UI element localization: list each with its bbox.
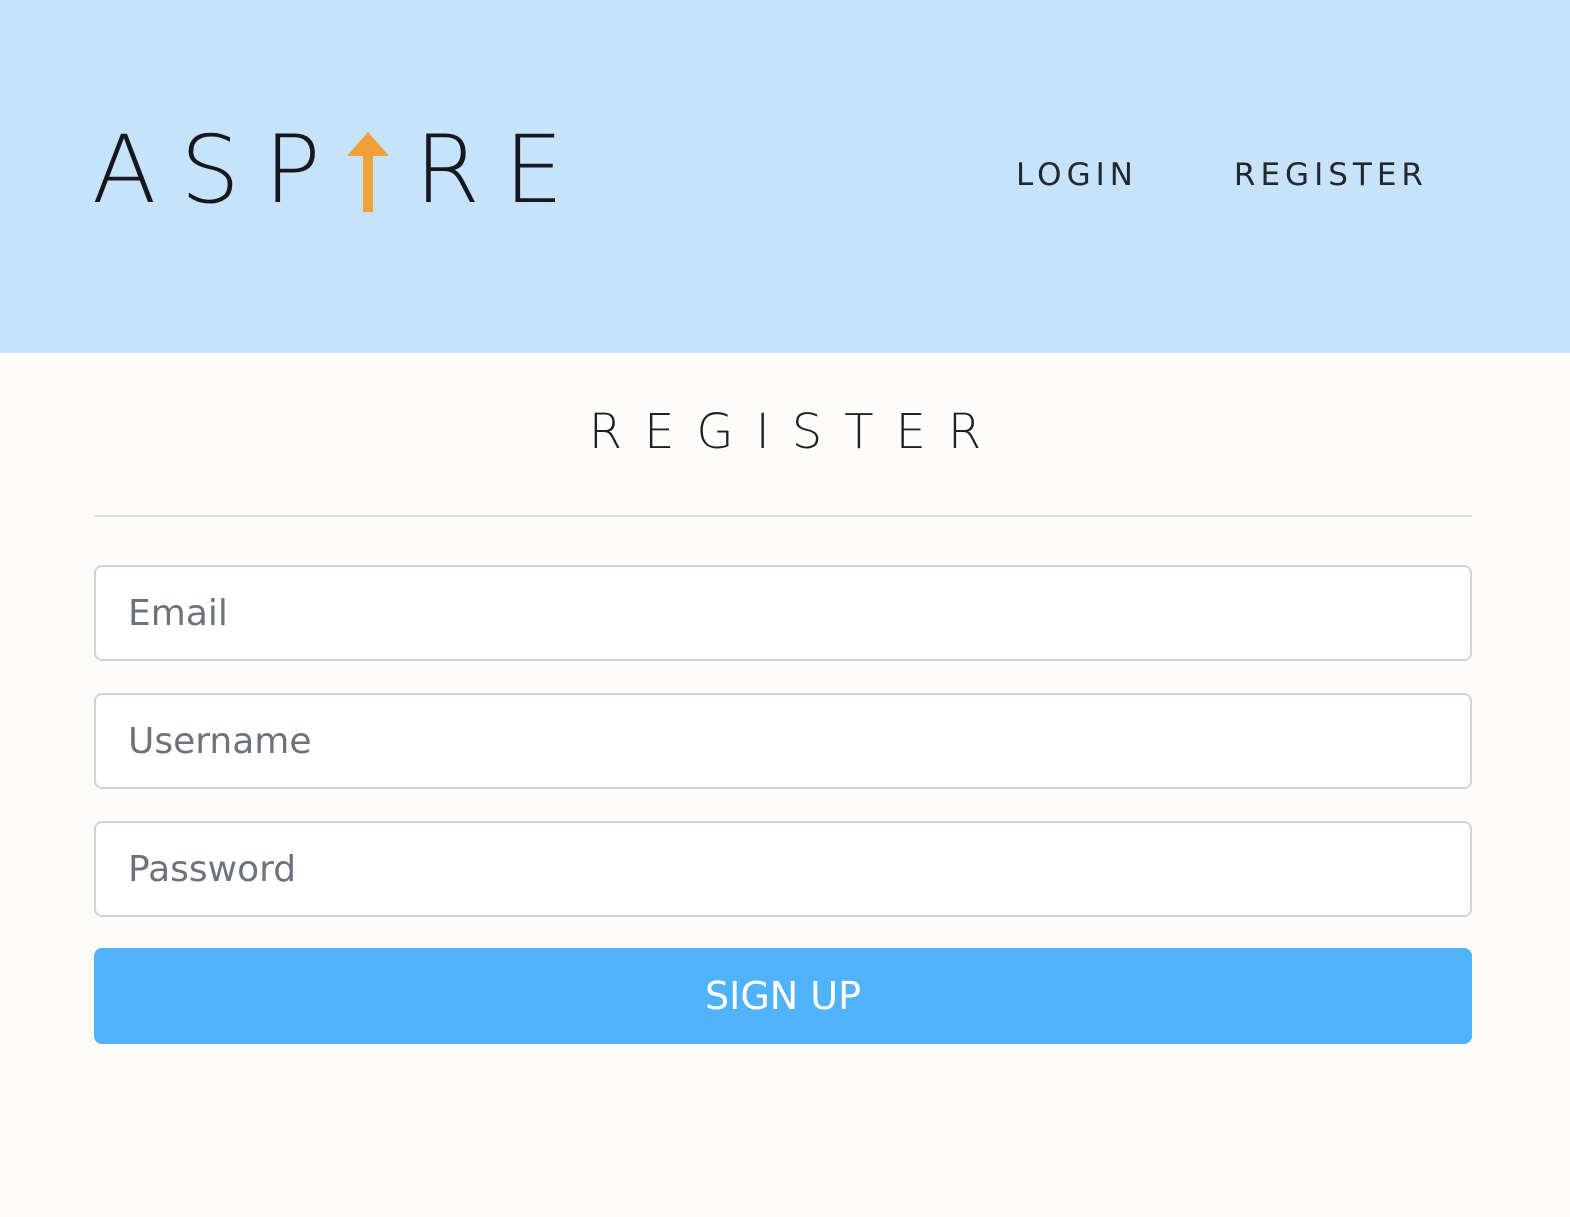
nav-login-link[interactable]: LOGIN <box>1016 155 1138 195</box>
logo-text-end: RE <box>414 116 588 225</box>
logo[interactable]: ASP RE <box>92 116 588 225</box>
up-arrow-icon <box>346 132 389 212</box>
password-input[interactable] <box>94 821 1472 917</box>
logo-text-start: ASP <box>92 116 345 225</box>
divider <box>94 515 1472 517</box>
site-header: ASP RE LOGIN REGISTER <box>0 0 1570 353</box>
email-input[interactable] <box>94 565 1472 661</box>
nav-register-link[interactable]: REGISTER <box>1234 155 1428 195</box>
sign-up-button[interactable]: SIGN UP <box>94 948 1472 1044</box>
username-input[interactable] <box>94 693 1472 789</box>
main-nav: LOGIN REGISTER <box>1016 155 1428 195</box>
page-title: REGISTER <box>588 404 1004 460</box>
